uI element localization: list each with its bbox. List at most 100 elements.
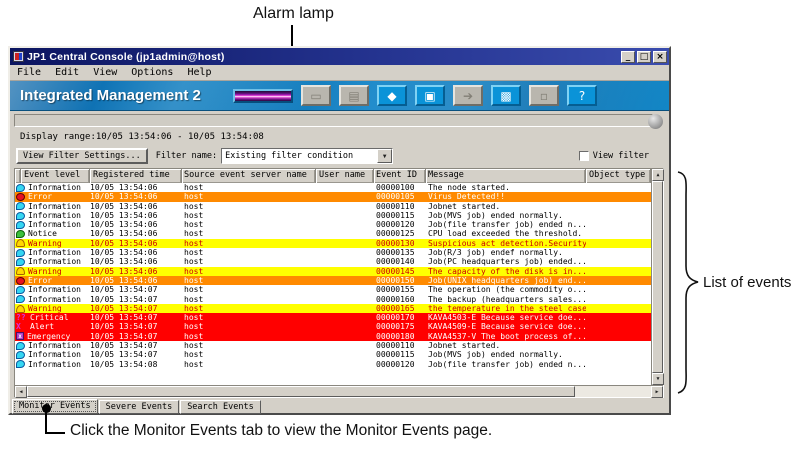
menu-view[interactable]: View	[93, 67, 117, 78]
registered-time-cell: 10/05 13:54:07	[90, 313, 182, 322]
source-server-cell: host	[182, 285, 316, 294]
event-row[interactable]: Warning10/05 13:54:06host00000130Suspici…	[15, 239, 651, 248]
message-cell: Job(MVS job) ended normally.	[426, 211, 586, 220]
scroll-right-icon[interactable]: ▶	[651, 386, 663, 398]
event-id-cell: 00000170	[374, 313, 426, 322]
user-name-cell	[316, 304, 374, 313]
object-type-cell	[586, 192, 651, 201]
source-server-cell: host	[182, 332, 316, 341]
event-row[interactable]: Information10/05 13:54:06host00000140Job…	[15, 257, 651, 266]
info-icon	[16, 351, 25, 359]
source-server-cell: host	[182, 313, 316, 322]
view-filter-settings-button[interactable]: View Filter Settings...	[16, 148, 148, 164]
event-acquire-button[interactable]: ▭	[301, 85, 331, 106]
scroll-left-icon[interactable]: ◀	[15, 386, 27, 398]
menu-file[interactable]: File	[17, 67, 41, 78]
minimize-button[interactable]: _	[621, 51, 635, 63]
registered-time-cell: 10/05 13:54:06	[90, 276, 182, 285]
event-row[interactable]: Information10/05 13:54:06host00000115Job…	[15, 211, 651, 220]
maximize-button[interactable]: □	[637, 51, 651, 63]
event-row[interactable]: Information10/05 13:54:06host00000135Job…	[15, 248, 651, 257]
vertical-scrollbar[interactable]: ▲ ▼	[651, 169, 663, 385]
close-button[interactable]: ×	[653, 51, 667, 63]
event-row[interactable]: Information10/05 13:54:07host00000110Job…	[15, 341, 651, 350]
registered-time-cell: 10/05 13:54:07	[90, 322, 182, 331]
event-level-cell: Information	[15, 248, 90, 257]
event-row[interactable]: Information10/05 13:54:06host00000100The…	[15, 183, 651, 192]
event-row[interactable]: Warning10/05 13:54:06host00000145The cap…	[15, 267, 651, 276]
jp1-console-window: JP1 Central Console (jp1admin@host) _ □ …	[8, 46, 671, 415]
tool-launcher-button[interactable]: ➔	[453, 85, 483, 106]
event-row[interactable]: Information10/05 13:54:07host00000155The…	[15, 285, 651, 294]
event-row[interactable]: Error10/05 13:54:06host00000150Job(UNIX …	[15, 276, 651, 285]
message-cell: The operation (the commodity o...	[426, 285, 586, 294]
message-cell: KAVA4509-E Because service doe...	[426, 322, 586, 331]
event-row[interactable]: xEmergency10/05 13:54:07host00000180KAVA…	[15, 332, 651, 341]
col-user-name[interactable]: User name	[316, 169, 374, 183]
source-server-cell: host	[182, 322, 316, 331]
event-row[interactable]: Warning10/05 13:54:07host00000165the tem…	[15, 304, 651, 313]
registered-time-cell: 10/05 13:54:06	[90, 183, 182, 192]
user-name-cell	[316, 202, 374, 211]
visual-monitor-button[interactable]: ▫	[529, 85, 559, 106]
central-scope-button[interactable]: ◆	[377, 85, 407, 106]
event-row[interactable]: XAlert10/05 13:54:07host00000175KAVA4509…	[15, 322, 651, 331]
scroll-up-icon[interactable]: ▲	[652, 169, 664, 181]
event-row[interactable]: Information10/05 13:54:06host00000120Job…	[15, 220, 651, 229]
event-row[interactable]: Notice10/05 13:54:06host00000125CPU load…	[15, 229, 651, 238]
filter-name-dropdown[interactable]: Existing filter condition ▼	[221, 148, 393, 164]
event-row[interactable]: ??Critical10/05 13:54:07host00000170KAVA…	[15, 313, 651, 322]
col-source-event-server-name[interactable]: Source event server name	[182, 169, 316, 183]
object-type-cell	[586, 183, 651, 192]
event-id-cell: 00000140	[374, 257, 426, 266]
menu-help[interactable]: Help	[187, 67, 211, 78]
list-of-events-brace	[675, 170, 701, 396]
col-object-type[interactable]: Object type	[586, 169, 651, 183]
help-button[interactable]: ?	[567, 85, 597, 106]
user-name-cell	[316, 220, 374, 229]
monitor-screen-button[interactable]: ▣	[415, 85, 445, 106]
menu-edit[interactable]: Edit	[55, 67, 79, 78]
event-level-cell: Information	[15, 257, 90, 266]
title-bar[interactable]: JP1 Central Console (jp1admin@host) _ □ …	[10, 48, 669, 65]
message-cell: Job(MVS job) ended normally.	[426, 350, 586, 359]
event-level-cell: Error	[15, 276, 90, 285]
col-event-level[interactable]: Event level	[21, 169, 90, 183]
horizontal-scroll-thumb[interactable]	[27, 386, 575, 397]
horizontal-scroll-track[interactable]	[575, 386, 651, 397]
registered-time-cell: 10/05 13:54:06	[90, 192, 182, 201]
scroll-down-icon[interactable]: ▼	[652, 373, 664, 385]
event-row[interactable]: Information10/05 13:54:06host00000110Job…	[15, 202, 651, 211]
info-icon	[16, 212, 25, 220]
event-level-cell: Information	[15, 295, 90, 304]
object-type-cell	[586, 341, 651, 350]
filter-bar: View Filter Settings... Filter name: Exi…	[16, 147, 649, 164]
event-row[interactable]: Information10/05 13:54:07host00000160The…	[15, 295, 651, 304]
horizontal-scrollbar[interactable]: ◀ ▶	[15, 385, 663, 397]
pattern-button[interactable]: ▩	[491, 85, 521, 106]
user-name-cell	[316, 183, 374, 192]
event-row[interactable]: Information10/05 13:54:08host00000120Job…	[15, 360, 651, 369]
col-registered-time[interactable]: Registered time	[90, 169, 182, 183]
event-row[interactable]: Information10/05 13:54:07host00000115Job…	[15, 350, 651, 359]
event-output-button[interactable]: ▤	[339, 85, 369, 106]
col-message[interactable]: Message	[426, 169, 586, 183]
source-server-cell: host	[182, 192, 316, 201]
event-id-cell: 00000115	[374, 211, 426, 220]
source-server-cell: host	[182, 239, 316, 248]
registered-time-cell: 10/05 13:54:06	[90, 211, 182, 220]
view-filter-checkbox[interactable]	[579, 151, 589, 161]
col-event-id[interactable]: Event ID	[374, 169, 426, 183]
tab-monitor-events[interactable]: Monitor Events	[12, 399, 98, 414]
chevron-down-icon[interactable]: ▼	[377, 149, 392, 163]
table-header: Event levelRegistered timeSource event s…	[15, 169, 651, 183]
tab-severe-events[interactable]: Severe Events	[99, 400, 180, 414]
event-id-cell: 00000160	[374, 295, 426, 304]
alarm-lamp-button[interactable]	[233, 89, 293, 103]
event-level-cell: Information	[15, 183, 90, 192]
vertical-scroll-thumb[interactable]	[652, 181, 663, 373]
menu-options[interactable]: Options	[131, 67, 173, 78]
event-level-cell: XAlert	[15, 322, 90, 331]
event-row[interactable]: Error10/05 13:54:06host00000105Virus Det…	[15, 192, 651, 201]
tab-search-events[interactable]: Search Events	[180, 400, 261, 414]
